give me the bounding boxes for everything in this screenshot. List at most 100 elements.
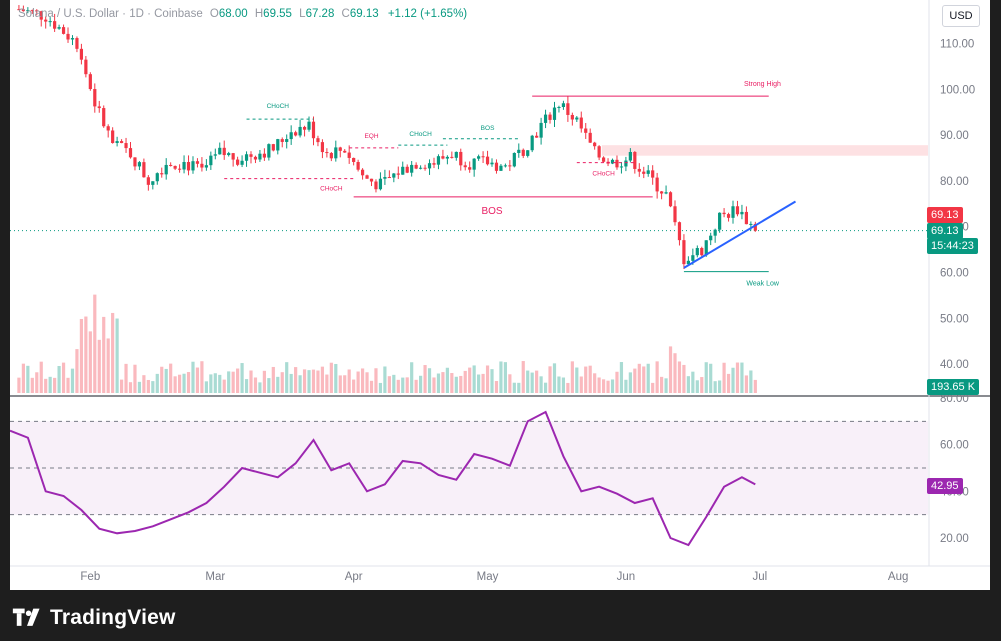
- volume-bar: [374, 368, 378, 393]
- volume-bar: [164, 368, 168, 393]
- candle-body: [222, 147, 226, 156]
- candle-body: [619, 166, 624, 168]
- volume-bar: [222, 379, 226, 393]
- volume-bar: [320, 366, 325, 393]
- volume-bar: [436, 373, 441, 393]
- candle-body: [566, 103, 570, 115]
- volume-bar: [169, 363, 173, 393]
- tradingview-logo-icon: [12, 608, 40, 626]
- volume-bar: [472, 365, 476, 393]
- candle-body: [637, 168, 641, 172]
- volume-bar: [115, 318, 119, 393]
- volume-bar: [347, 369, 351, 393]
- candle-body: [579, 117, 583, 129]
- candle-body: [374, 181, 378, 190]
- high-label: H: [254, 8, 264, 20]
- choch-apr-label: CHoCH: [409, 131, 432, 138]
- bos-small-label: BOS: [481, 125, 495, 132]
- candle-body: [352, 157, 356, 162]
- time-tick-label: Aug: [888, 571, 908, 583]
- volume-bar: [410, 362, 414, 393]
- low-value: 67.28: [305, 8, 335, 20]
- candle-body: [227, 153, 231, 156]
- open-value: 68.00: [218, 8, 248, 20]
- volume-bar: [454, 376, 458, 393]
- volume-bar: [360, 368, 365, 393]
- candle-body: [307, 121, 311, 130]
- candle-body: [575, 117, 579, 120]
- currency-button[interactable]: USD: [942, 5, 980, 27]
- volume-bar: [57, 365, 61, 393]
- close-label: C: [341, 8, 350, 20]
- candle-body: [160, 173, 164, 175]
- volume-bar: [575, 367, 579, 393]
- candle-body: [137, 162, 142, 167]
- countdown-tag: 15:44:23: [927, 238, 978, 254]
- volume-bar: [146, 379, 150, 393]
- candle-body: [338, 147, 342, 151]
- candle-body: [588, 132, 592, 143]
- chart-canvas[interactable]: 110.00100.0090.0080.0070.0060.0050.0040.…: [10, 0, 990, 590]
- candle-body: [369, 178, 374, 182]
- volume-bar: [124, 363, 128, 393]
- candle-body: [48, 21, 52, 23]
- price-tick-label: 80.00: [940, 176, 969, 188]
- volume-bar: [102, 316, 106, 393]
- volume-bar: [218, 374, 222, 393]
- volume-bar: [655, 361, 659, 393]
- volume-bar: [499, 361, 503, 393]
- volume-bar: [160, 366, 164, 393]
- candle-body: [401, 166, 405, 175]
- candle-body: [387, 177, 391, 179]
- rsi-tick-label: 20.00: [940, 533, 969, 545]
- candle-body: [267, 144, 271, 158]
- candle-body: [84, 59, 88, 75]
- candle-body: [285, 139, 289, 142]
- candle-body: [311, 121, 316, 139]
- volume-tag: 193.65 K: [927, 379, 980, 395]
- volume-bar: [369, 380, 374, 393]
- rsi-value-tag: 42.95: [927, 478, 963, 494]
- volume-bar: [343, 375, 347, 393]
- volume-bar: [610, 379, 615, 393]
- volume-bar: [106, 338, 110, 393]
- volume-bar: [325, 374, 329, 393]
- volume-bar: [307, 370, 311, 393]
- candle-body: [97, 106, 101, 109]
- rsi-tick-label: 60.00: [940, 440, 969, 452]
- volume-bar: [231, 371, 235, 393]
- candle-body: [490, 162, 494, 165]
- volume-bar: [209, 374, 213, 393]
- price-tick-label: 100.00: [940, 84, 975, 96]
- volume-bar: [137, 381, 142, 393]
- candle-body: [164, 164, 168, 175]
- candle-body: [423, 167, 427, 169]
- volume-bar: [740, 362, 744, 393]
- volume-bar: [673, 353, 677, 393]
- volume-bar: [588, 365, 592, 393]
- volume-bar: [17, 377, 21, 393]
- volume-bar: [535, 370, 539, 393]
- candle-body: [253, 156, 258, 160]
- volume-bar: [539, 376, 543, 393]
- volume-bar: [142, 375, 146, 393]
- candle-body: [195, 161, 200, 164]
- candle-body: [472, 158, 476, 170]
- candle-body: [93, 89, 97, 107]
- volume-bar: [133, 364, 137, 393]
- time-tick-label: Jun: [617, 571, 636, 583]
- candle-body: [445, 156, 449, 159]
- candle-body: [539, 122, 543, 138]
- volume-bar: [338, 375, 342, 393]
- volume-bar: [584, 366, 588, 393]
- volume-bar: [387, 376, 391, 393]
- candle-body: [173, 165, 177, 169]
- volume-bar: [195, 367, 200, 393]
- candle-body: [396, 173, 400, 175]
- volume-bar: [88, 331, 92, 393]
- eqh-label: EQH: [364, 133, 378, 140]
- volume-bar: [593, 373, 597, 393]
- candle-body: [334, 147, 338, 159]
- candle-body: [298, 126, 302, 136]
- candle-body: [642, 171, 646, 174]
